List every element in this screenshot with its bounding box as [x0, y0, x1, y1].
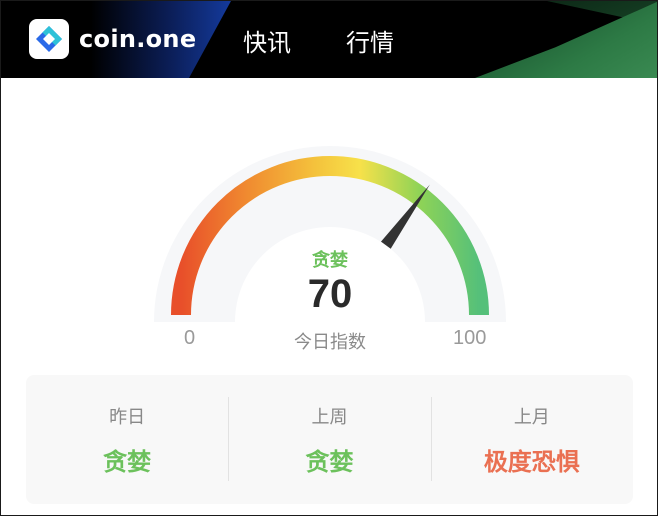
brand-logo[interactable]: coin.one	[29, 19, 196, 59]
today-index-caption: 今日指数	[294, 332, 366, 353]
top-navigation-bar: coin.one 快讯 行情	[1, 1, 657, 78]
gauge-graphic	[154, 146, 506, 322]
history-last-month: 上月 极度恐惧	[430, 375, 633, 504]
history-sentiment: 贪婪	[103, 448, 152, 476]
index-value: 70	[307, 272, 353, 316]
history-panel: 昨日 贪婪 上周 贪婪 上月 极度恐惧	[26, 375, 633, 504]
history-yesterday: 昨日 贪婪	[26, 375, 228, 504]
history-sentiment: 贪婪	[305, 448, 354, 476]
history-last-week: 上周 贪婪	[228, 375, 430, 504]
fear-greed-gauge: 0 100 贪婪 70 今日指数	[1, 78, 657, 368]
tab-market[interactable]: 行情	[346, 23, 394, 58]
history-period-label: 上月	[513, 407, 550, 428]
history-sentiment: 极度恐惧	[483, 448, 580, 476]
history-period-label: 上周	[311, 407, 348, 428]
brand-name: coin.one	[79, 25, 197, 53]
history-period-label: 昨日	[109, 407, 146, 428]
diamond-logo-icon	[29, 19, 69, 59]
current-sentiment: 贪婪	[312, 250, 348, 271]
app-frame: coin.one 快讯 行情 0 100 贪婪 70 今日指数 昨日 贪婪 上周…	[0, 0, 658, 516]
tab-news[interactable]: 快讯	[243, 23, 291, 58]
